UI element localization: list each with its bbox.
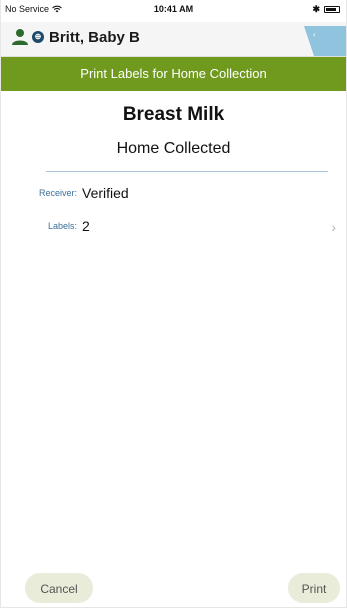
battery-icon	[324, 6, 340, 13]
patient-name: Britt, Baby B	[49, 29, 140, 46]
screen: No Service 10:41 AM ✱ ⊕ Britt, Baby B ‹ …	[0, 0, 347, 608]
divider	[46, 171, 328, 172]
person-icon	[11, 28, 29, 46]
specimen-title: Breast Milk	[122, 104, 225, 125]
bluetooth-icon: ✱	[312, 4, 320, 14]
flag-tab-icon[interactable]: ‹	[304, 26, 346, 56]
status-right: ✱	[312, 4, 340, 15]
receiver-value: Verified	[82, 185, 129, 201]
receiver-row: Receiver: Verified	[1, 184, 346, 206]
header-title: Print Labels for Home Collection	[80, 66, 267, 81]
status-time: 10:41 AM	[153, 4, 194, 14]
labels-value: 2	[82, 218, 90, 234]
gender-icon: ⊕	[32, 31, 44, 43]
labels-label: Labels:	[47, 221, 77, 231]
patient-banner[interactable]: ⊕ Britt, Baby B ‹	[1, 22, 346, 57]
svg-text:‹: ‹	[313, 30, 316, 39]
header-title-bar: Print Labels for Home Collection	[1, 57, 346, 91]
chevron-right-icon: ›	[331, 219, 336, 235]
battery-fill	[326, 8, 336, 11]
status-bar: No Service 10:41 AM ✱	[1, 0, 346, 20]
labels-row[interactable]: Labels: 2 ›	[1, 217, 346, 239]
print-button[interactable]: Print	[288, 573, 340, 603]
specimen-subtitle: Home Collected	[116, 140, 231, 157]
cancel-button[interactable]: Cancel	[25, 573, 93, 603]
receiver-label: Receiver:	[38, 188, 77, 198]
